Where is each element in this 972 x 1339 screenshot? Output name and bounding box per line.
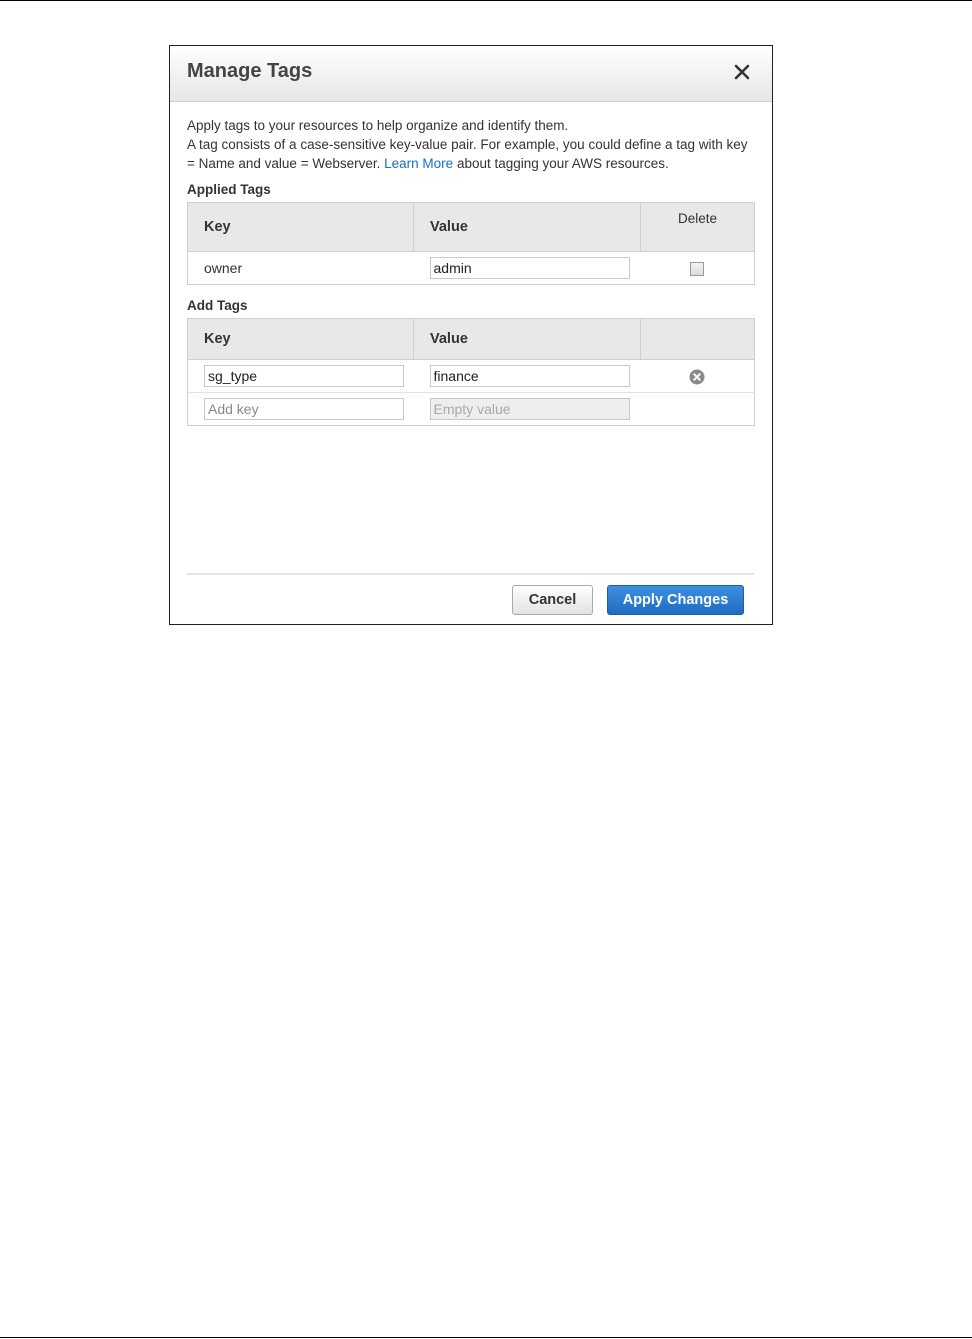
column-header-value: Value [413,318,641,360]
new-tag-value-input[interactable] [429,365,630,387]
column-header-key: Key [187,318,414,360]
column-header-actions [640,318,755,360]
dialog-body: Apply tags to your resources to help org… [187,116,755,426]
manage-tags-dialog: Manage Tags Apply tags to your resources… [169,45,773,625]
intro-line-2-end: about tagging your AWS resources. [456,156,669,171]
column-header-delete: Delete [640,202,755,252]
column-header-key: Key [187,202,414,252]
cancel-button[interactable]: Cancel [512,585,593,615]
add-tags-table: Key Value [187,318,755,426]
applied-tags-title: Applied Tags [187,182,271,197]
apply-changes-button[interactable]: Apply Changes [607,585,744,615]
dialog-title: Manage Tags [187,60,313,82]
footer-divider [187,573,754,575]
applied-tag-value-input[interactable] [429,257,630,279]
page-bottom-rule [0,1337,972,1338]
add-key-input[interactable] [204,398,404,420]
remove-tag-button[interactable] [689,369,705,385]
dialog-header: Manage Tags [170,46,772,102]
learn-more-link[interactable]: Learn More [384,156,453,171]
applied-tag-key: owner [204,260,243,276]
new-tag-key-input[interactable] [204,365,404,387]
close-button[interactable] [728,58,756,86]
remove-circle-icon [689,369,705,385]
table-row [187,359,755,393]
table-row [188,393,755,426]
intro-text: Apply tags to your resources to help org… [187,116,754,173]
table-header-row: Key Value [187,318,755,360]
page-top-rule [0,0,972,1]
column-header-value: Value [413,202,641,252]
intro-line-1: Apply tags to your resources to help org… [187,118,569,133]
add-tags-title: Add Tags [187,298,248,313]
close-icon [734,64,750,80]
applied-tags-table: Key Value Delete owner [187,202,755,285]
empty-value-input [429,398,630,420]
table-row: owner [188,252,755,285]
delete-checkbox[interactable] [690,262,705,277]
table-header-row: Key Value Delete [187,202,755,252]
